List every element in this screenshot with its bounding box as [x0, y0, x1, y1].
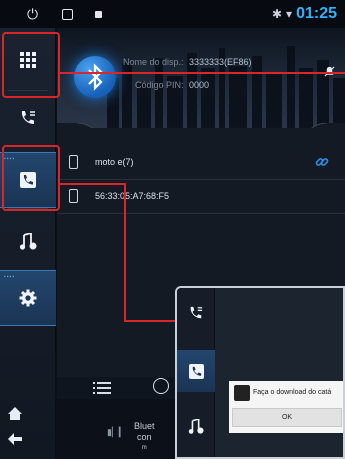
bluetooth-icon	[88, 63, 103, 91]
call-log-button[interactable]	[0, 90, 56, 146]
phone-icon	[69, 189, 78, 203]
bluetooth-header: Nome do disp.: 3333333(EF86) Código PIN:…	[57, 28, 345, 128]
download-dialog: Faça o download do catá OK	[229, 381, 343, 433]
status-bar: ⏻ ✱ ▾ 01:25	[0, 0, 345, 28]
bluetooth-status-icon: ✱	[271, 7, 283, 21]
call-log-icon	[21, 111, 35, 124]
pin-label: Código PIN:	[135, 80, 184, 90]
phone-icon	[69, 155, 78, 169]
inset-contacts-button[interactable]	[177, 350, 215, 392]
back-arrow-icon	[8, 433, 22, 445]
annotation-line-top	[60, 72, 345, 74]
annotation-line-h2	[124, 320, 175, 322]
music-button[interactable]	[0, 214, 56, 270]
search-icon[interactable]	[153, 378, 169, 394]
annotation-line-h1	[60, 183, 126, 185]
volume-bars-icon: ▮▏▎	[107, 427, 126, 437]
ok-button[interactable]: OK	[232, 408, 342, 427]
device-name-label: Nome do disp.:	[123, 57, 184, 67]
inset-call-log-button[interactable]	[177, 292, 215, 334]
annotation-box-apps	[2, 32, 60, 98]
pin-value: 0000	[189, 80, 210, 90]
clock: 01:25	[296, 5, 337, 22]
now-playing-line1: Bluet	[134, 421, 155, 431]
zoom-inset: Faça o download do catá OK	[175, 286, 345, 459]
device-row[interactable]: 56:33:05:A7:68:F5	[57, 180, 345, 214]
inset-sidebar	[177, 288, 215, 457]
call-log-icon	[190, 306, 203, 319]
download-icon	[234, 385, 250, 401]
now-playing-line2: con	[137, 432, 152, 442]
notification-icon	[95, 11, 102, 18]
now-playing-line3: m	[141, 445, 147, 451]
device-name: 56:33:05:A7:68:F5	[95, 191, 170, 201]
list-icon[interactable]	[93, 382, 111, 394]
bluetooth-music-icon	[19, 233, 37, 250]
device-name-value: 3333333(EF86)	[189, 57, 252, 67]
device-row[interactable]: moto e(7)	[57, 146, 345, 180]
home-icon	[8, 406, 22, 420]
contacts-icon	[188, 363, 204, 379]
bluetooth-music-icon	[188, 419, 204, 434]
dialog-title: Faça o download do catá	[253, 389, 332, 396]
annotation-line-v	[124, 183, 126, 321]
bluetooth-logo	[74, 56, 116, 98]
power-icon[interactable]: ⏻	[27, 6, 38, 22]
inset-music-button[interactable]	[177, 406, 215, 448]
annotation-box-contacts	[2, 145, 60, 211]
device-name: moto e(7)	[95, 157, 134, 167]
home-button[interactable]	[0, 400, 30, 426]
wifi-icon: ▾	[286, 7, 293, 21]
gear-icon	[19, 289, 37, 307]
recent-apps-icon[interactable]	[62, 9, 73, 20]
link-icon[interactable]	[315, 155, 329, 169]
settings-button[interactable]: ▪▪▪▪	[0, 270, 56, 326]
back-button[interactable]	[0, 426, 30, 452]
